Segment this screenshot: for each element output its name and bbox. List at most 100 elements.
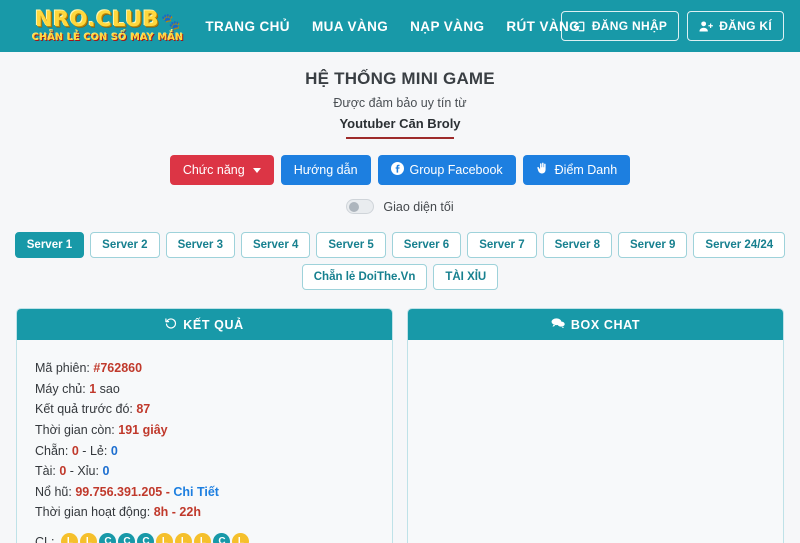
result-line-may-chu: Máy chủ: 1 sao [35,379,374,400]
cl-badge: L [61,533,79,543]
may-chu-value: 1 [89,381,97,396]
login-button[interactable]: ĐĂNG NHẬP [560,11,680,41]
server-button-3[interactable]: Server 3 [165,232,235,258]
huong-dan-button[interactable]: Hướng dẫn [280,155,371,185]
hand-icon [536,162,549,178]
diem-danh-label: Điểm Danh [554,163,618,177]
chat-panel-header: BOX CHAT [408,309,783,340]
cl-badge: C [99,533,117,543]
chuc-nang-button[interactable]: Chức năng [169,155,274,185]
nav-link-nap-vang[interactable]: NẠP VÀNG [410,19,484,34]
action-button-row: Chức năng Hướng dẫn Group Facebook Điểm … [0,155,800,185]
cl-badge: L [175,533,193,543]
top-navbar: NRO.CLUB 🐾 CHẴN LẺ CON SỐ MAY MẮN TRANG … [0,0,800,52]
cl-badge: C [118,533,136,543]
result-panel-title: KẾT QUẢ [183,317,244,332]
page-header: HỆ THỐNG MINI GAME Được đảm bảo uy tín t… [0,52,800,139]
huong-dan-label: Hướng dẫn [293,163,358,177]
cl-badge: C [137,533,155,543]
thoi-gian-con-label: Thời gian còn: [35,422,115,437]
result-panel-header: KẾT QUẢ [17,309,392,340]
le-value: 0 [110,443,118,458]
nav-auth-buttons: ĐĂNG NHẬP ĐĂNG KÍ [560,0,784,52]
result-panel: KẾT QUẢ Mã phiên: #762860 Máy chủ: 1 sao… [16,308,393,543]
group-facebook-button[interactable]: Group Facebook [377,155,516,185]
nav-links: TRANG CHỦ MUA VÀNG NẠP VÀNG RÚT VÀNG [205,19,580,34]
group-facebook-label: Group Facebook [409,163,503,177]
title-divider [346,137,454,139]
server-button-chan-le-doithe[interactable]: Chẵn lẻ DoiThe.Vn [301,264,428,290]
xiu-value: 0 [102,464,110,479]
server-button-8[interactable]: Server 8 [542,232,613,258]
chan-value: 0 [71,443,79,458]
cl-badge: L [194,533,212,543]
le-label: Lẻ: [89,443,108,458]
brand-logo[interactable]: NRO.CLUB 🐾 CHẴN LẺ CON SỐ MAY MẮN [32,9,183,43]
result-line-jackpot: Nổ hũ: 99.756.391.205 - Chi Tiết [35,482,374,503]
server-button-tai-xiu[interactable]: TÀI XỈU [433,264,499,290]
cl-badge: L [156,533,174,543]
page-subtitle: Được đảm bảo uy tín từ [333,96,467,110]
jackpot-value: 99.756.391.205 [75,484,163,499]
hours-value: 8h - 22h [153,505,201,520]
ma-phien-value: #762860 [93,361,143,375]
server-button-2[interactable]: Server 2 [90,232,160,258]
server-button-1[interactable]: Server 1 [14,232,85,258]
endorser-name: Youtuber Cān Broly [339,116,461,131]
result-line-ket-qua-truoc: Kết quả trước đó: 87 [35,399,374,420]
may-chu-label: Máy chủ: [35,381,86,396]
jackpot-label: Nổ hũ: [35,484,72,499]
server-selector-row-2: Chẵn lẻ DoiThe.Vn TÀI XỈU [0,264,800,290]
server-button-7[interactable]: Server 7 [467,232,537,258]
nav-link-mua-vang[interactable]: MUA VÀNG [312,19,388,34]
result-line-tai-xiu: Tài: 0 - Xỉu: 0 [35,461,374,482]
login-button-label: ĐĂNG NHẬP [591,19,668,33]
chat-panel-title: BOX CHAT [570,317,641,332]
chan-label: Chẵn: [35,443,69,458]
chuc-nang-label: Chức năng [182,163,245,177]
server-selector-row-1: Server 1 Server 2 Server 3 Server 4 Serv… [0,232,800,258]
dark-mode-toggle[interactable] [346,199,375,214]
chat-panel: BOX CHAT [407,308,784,543]
result-line-chan-le: Chẵn: 0 - Lẻ: 0 [35,441,374,462]
tai-value: 0 [59,464,67,479]
hours-label: Thời gian hoạt động: [35,505,151,520]
brand-logo-text: NRO.CLUB [34,7,160,32]
ma-phien-label: Mã phiên: [35,361,90,375]
dark-mode-toggle-knob [349,201,360,212]
paw-icon: 🐾 [161,12,181,31]
dark-mode-row: Giao diện tối [0,199,800,214]
cl-history-row: CL: L L C C C L L L C L [35,533,374,543]
cl-badge: L [80,533,98,543]
jackpot-detail-link[interactable]: Chi Tiết [173,485,219,499]
ket-qua-truoc-value: 87 [136,402,151,417]
server-button-24-24[interactable]: Server 24/24 [693,232,786,258]
server-button-4[interactable]: Server 4 [240,232,311,258]
ket-qua-truoc-label: Kết quả trước đó: [35,402,133,417]
server-button-9[interactable]: Server 9 [618,232,688,258]
comments-icon [551,317,565,332]
chat-message-list[interactable] [408,340,783,543]
may-chu-suffix: sao [99,381,120,396]
facebook-icon [390,162,404,178]
server-button-5[interactable]: Server 5 [316,232,386,258]
tai-label: Tài: [35,464,56,479]
jackpot-separator: - [165,484,170,499]
nav-link-trang-chu[interactable]: TRANG CHỦ [205,19,290,34]
register-button[interactable]: ĐĂNG KÍ [687,11,784,41]
dark-mode-label: Giao diện tối [383,199,454,214]
page-title: HỆ THỐNG MINI GAME [305,69,495,88]
diem-danh-button[interactable]: Điểm Danh [522,155,631,185]
tai-xiu-separator: - [69,464,74,479]
chan-le-separator: - [82,443,87,458]
cl-badge: L [232,533,250,543]
user-plus-icon [699,20,714,33]
panels-container: KẾT QUẢ Mã phiên: #762860 Máy chủ: 1 sao… [0,308,800,543]
brand-logo-title: NRO.CLUB 🐾 [35,9,180,30]
history-icon [165,317,177,332]
result-line-ma-phien: Mã phiên: #762860 [35,358,374,379]
cl-badge: C [213,533,231,543]
result-line-thoi-gian-con: Thời gian còn: 191 giây [35,420,374,441]
server-button-6[interactable]: Server 6 [391,232,462,258]
brand-logo-tagline: CHẴN LẺ CON SỐ MAY MẮN [32,32,184,44]
